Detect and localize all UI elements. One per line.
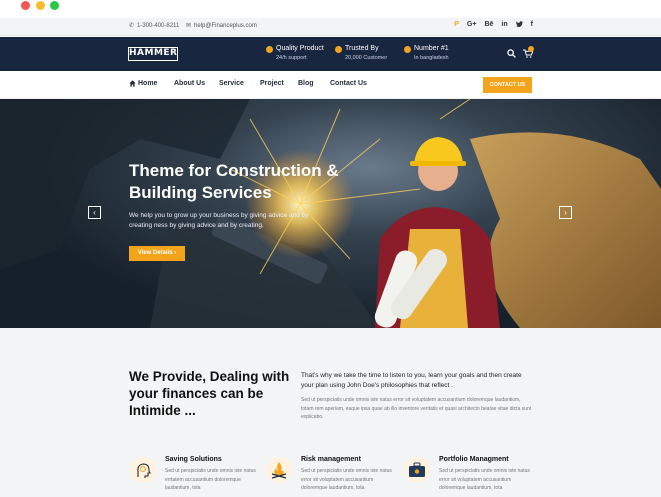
slider-prev-arrow[interactable]: ‹ [88,206,101,219]
feature-subtitle: In bangladesh [414,55,449,61]
contact-us-button[interactable]: CONTACT US [483,77,532,93]
nav-home[interactable]: Home [138,80,157,87]
service-text: Sed ut perspiciatis unde omnis iste natu… [165,468,256,491]
search-icon[interactable] [507,49,516,58]
hero-title-line-2: Building Services [129,183,272,202]
check-badge-icon [404,46,411,53]
briefcase-icon [404,457,430,483]
facebook-icon[interactable]: f [531,21,533,29]
about-body: Sed ut perspiciatis unde omnis iste natu… [301,397,532,420]
service-text: Sed ut perspiciatis unde omnis iste natu… [439,468,530,491]
phone-number: 1-300-400-8211 [137,22,180,29]
twitter-icon[interactable] [515,21,523,29]
close-window-button[interactable] [21,1,30,10]
phone-contact[interactable]: ✆ 1-300-400-8211 [129,22,180,30]
envelope-icon: ✉ [186,23,192,29]
feature-title: Trusted By [345,45,379,52]
linkedin-icon[interactable]: in [501,21,507,29]
cart-count-badge [528,46,534,52]
email-contact[interactable]: ✉ help@Financeplus.com [186,22,257,30]
hero-slider: Theme for Construction & Building Servic… [0,99,661,328]
email-address: help@Financeplus.com [194,22,257,29]
service-title: Saving Solutions [165,456,222,463]
check-badge-icon [266,46,273,53]
feature-title: Number #1 [414,45,449,52]
behance-icon[interactable]: Bē [484,21,493,29]
main-nav: Home About Us Service Project Blog Conta… [0,71,661,99]
hero-title: Theme for Construction & Building Servic… [129,160,389,204]
nav-blog[interactable]: Blog [298,80,314,87]
view-details-button[interactable]: View Details › [129,246,185,261]
phone-icon: ✆ [129,23,135,29]
hero-subtitle: We help you to grow up your business by … [129,212,309,229]
service-title: Risk management [301,456,361,463]
minimize-window-button[interactable] [36,1,45,10]
home-icon [129,80,136,87]
service-title: Portfolio Managment [439,456,509,463]
campfire-icon [266,457,292,483]
hero-title-line-1: Theme for Construction & [129,161,339,180]
head-gear-icon [130,457,156,483]
maximize-window-button[interactable] [50,1,59,10]
check-badge-icon [335,46,342,53]
nav-project[interactable]: Project [260,80,284,87]
feature-title: Quality Product [276,45,324,52]
pinterest-icon[interactable]: P [454,21,459,29]
nav-service[interactable]: Service [219,80,244,87]
service-text: Sed ut perspiciatis unde omnis iste natu… [301,468,392,491]
nav-about-us[interactable]: About Us [174,80,205,87]
top-bar: ✆ 1-300-400-8211 ✉ help@Financeplus.com … [0,18,661,36]
google-plus-icon[interactable]: G+ [467,21,477,29]
about-section: We Provide, Dealing with your finances c… [0,328,661,497]
site-logo[interactable]: HAMMER [128,47,178,61]
about-heading: We Provide, Dealing with your finances c… [129,369,290,418]
social-links: P G+ Bē in f [454,21,533,29]
window-titlebar [0,0,661,18]
site-header: HAMMER Quality Product 24/h support Trus… [0,37,661,71]
slider-next-arrow[interactable]: › [559,206,572,219]
feature-subtitle: 24/h support [276,55,307,61]
nav-contact-us[interactable]: Contact Us [330,80,367,87]
about-lead: That's why we take the time to listen to… [301,372,522,389]
feature-subtitle: 20,000 Customer [345,55,388,61]
